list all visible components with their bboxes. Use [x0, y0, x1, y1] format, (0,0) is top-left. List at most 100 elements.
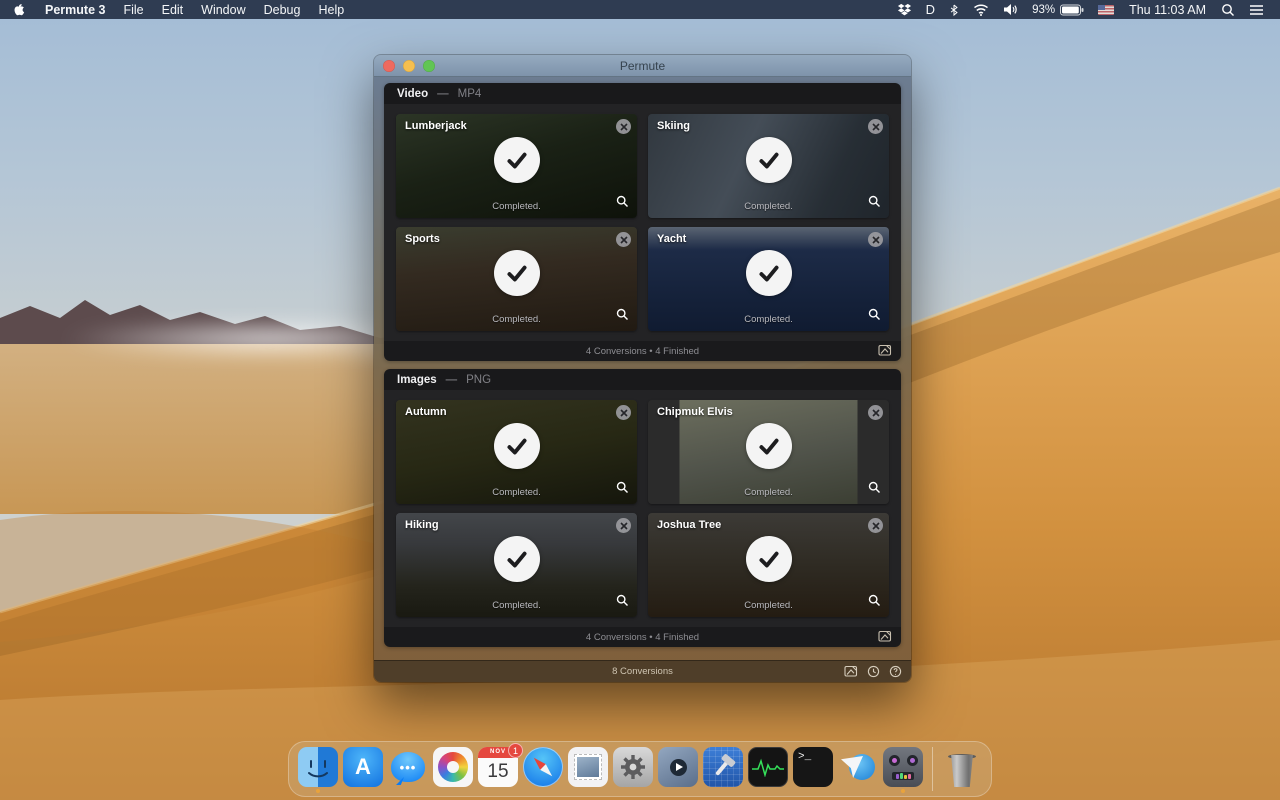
wifi-icon[interactable]: [966, 0, 996, 19]
spotlight-icon[interactable]: [1214, 0, 1242, 19]
apple-menu-icon[interactable]: [0, 2, 36, 17]
preview-magnifier-icon[interactable]: [616, 195, 629, 213]
remove-item-icon[interactable]: [868, 518, 883, 533]
preview-magnifier-icon[interactable]: [616, 308, 629, 326]
remove-item-icon[interactable]: [616, 119, 631, 134]
group-dash: —: [437, 87, 449, 100]
dock-app-store-icon[interactable]: A: [343, 747, 383, 791]
group-dash: —: [445, 373, 458, 386]
dock-downie-icon[interactable]: [838, 747, 878, 791]
menu-bar: Permute 3 File Edit Window Debug Help D …: [0, 0, 1280, 19]
menu-window[interactable]: Window: [192, 0, 254, 19]
preview-magnifier-icon[interactable]: [616, 481, 629, 499]
volume-icon[interactable]: [996, 0, 1025, 19]
group-format[interactable]: PNG: [466, 374, 491, 386]
remove-item-icon[interactable]: [616, 518, 631, 533]
menu-clock[interactable]: Thu 11:03 AM: [1121, 3, 1214, 17]
dock-trash-icon[interactable]: [942, 747, 982, 791]
conversion-card-joshua-tree[interactable]: Joshua Tree Completed.: [648, 513, 889, 617]
card-title: Skiing: [657, 120, 691, 132]
conversion-card-sports[interactable]: Sports Completed.: [396, 227, 637, 331]
calendar-badge: 1: [508, 743, 523, 758]
completed-check-icon: [493, 136, 540, 183]
card-status: Completed.: [492, 487, 541, 498]
preview-magnifier-icon[interactable]: [868, 481, 881, 499]
conversion-card-lumberjack[interactable]: Lumberjack Completed.: [396, 114, 637, 218]
card-status: Completed.: [492, 600, 541, 611]
dock-system-preferences-icon[interactable]: [613, 747, 653, 791]
group-format[interactable]: MP4: [458, 88, 482, 100]
preview-magnifier-icon[interactable]: [868, 308, 881, 326]
total-conversions-text: 8 Conversions: [612, 666, 673, 677]
remove-item-icon[interactable]: [868, 232, 883, 247]
conversion-card-chipmuk-elvis[interactable]: Chipmuk Elvis Completed.: [648, 400, 889, 504]
battery-icon[interactable]: [1058, 0, 1091, 19]
menu-file[interactable]: File: [114, 0, 152, 19]
menu-debug[interactable]: Debug: [255, 0, 310, 19]
card-title: Sports: [405, 233, 440, 245]
image-format-icon[interactable]: [844, 665, 858, 682]
running-indicator: [901, 789, 905, 793]
dock-xcode-icon[interactable]: [703, 747, 743, 791]
permute-window: Permute Video — MP4 Lumberjack Completed…: [374, 55, 911, 682]
dock-messages-icon[interactable]: •••: [388, 747, 428, 791]
preview-magnifier-icon[interactable]: [868, 594, 881, 612]
history-icon[interactable]: [867, 665, 880, 682]
dock-safari-icon[interactable]: [523, 747, 563, 791]
card-status: Completed.: [744, 201, 793, 212]
dock-mail-icon[interactable]: [568, 747, 608, 791]
dock: A ••• NOV 15 1 >_: [288, 741, 992, 797]
window-title: Permute: [619, 58, 666, 73]
remove-item-icon[interactable]: [868, 405, 883, 420]
dock-quicktime-player-icon[interactable]: [658, 747, 698, 791]
group-name: Video: [397, 87, 429, 100]
conversion-card-autumn[interactable]: Autumn Completed.: [396, 400, 637, 504]
preview-magnifier-icon[interactable]: [616, 594, 629, 612]
group-images-header[interactable]: Images — PNG: [384, 369, 901, 390]
completed-check-icon: [493, 249, 540, 296]
conversion-card-skiing[interactable]: Skiing Completed.: [648, 114, 889, 218]
dock-separator: [932, 747, 933, 791]
conversion-card-hiking[interactable]: Hiking Completed.: [396, 513, 637, 617]
d-app-icon[interactable]: D: [919, 0, 942, 19]
conversion-card-yacht[interactable]: Yacht Completed.: [648, 227, 889, 331]
group-footer-summary: 4 Conversions • 4 Finished: [585, 631, 700, 643]
group-video: Video — MP4 Lumberjack Completed. Skiing: [384, 83, 901, 361]
menu-app-name[interactable]: Permute 3: [36, 0, 114, 19]
notification-center-icon[interactable]: [1242, 0, 1274, 19]
remove-item-icon[interactable]: [868, 119, 883, 134]
menu-edit[interactable]: Edit: [153, 0, 193, 19]
card-title: Joshua Tree: [657, 519, 722, 531]
input-flag-icon[interactable]: [1091, 0, 1121, 19]
remove-item-icon[interactable]: [616, 232, 631, 247]
card-title: Autumn: [405, 406, 447, 418]
dock-permute-icon[interactable]: [883, 747, 923, 793]
image-format-icon[interactable]: [878, 344, 892, 361]
preview-magnifier-icon[interactable]: [868, 195, 881, 213]
dropbox-icon[interactable]: [890, 0, 919, 19]
dock-calendar-icon[interactable]: NOV 15 1: [478, 743, 523, 791]
card-title: Hiking: [405, 519, 439, 531]
group-footer-summary: 4 Conversions • 4 Finished: [585, 345, 700, 357]
help-icon[interactable]: [889, 665, 902, 682]
group-video-header[interactable]: Video — MP4: [384, 83, 901, 104]
window-titlebar[interactable]: Permute: [374, 55, 911, 77]
completed-check-icon: [745, 535, 792, 582]
group-images-footer: 4 Conversions • 4 Finished: [384, 627, 901, 647]
completed-check-icon: [745, 249, 792, 296]
card-status: Completed.: [492, 314, 541, 325]
group-images: Images — PNG Autumn Completed. Chipmuk E…: [384, 369, 901, 647]
dock-activity-monitor-icon[interactable]: [748, 747, 788, 791]
dock-photos-icon[interactable]: [433, 747, 473, 791]
bluetooth-icon[interactable]: [942, 0, 966, 19]
dock-terminal-icon[interactable]: >_: [793, 747, 833, 791]
dock-finder-icon[interactable]: [298, 747, 338, 793]
remove-item-icon[interactable]: [616, 405, 631, 420]
card-title: Chipmuk Elvis: [657, 406, 733, 418]
image-format-icon[interactable]: [878, 630, 892, 647]
completed-check-icon: [745, 422, 792, 469]
menu-help[interactable]: Help: [309, 0, 353, 19]
completed-check-icon: [493, 422, 540, 469]
card-status: Completed.: [492, 201, 541, 212]
card-status: Completed.: [744, 600, 793, 611]
